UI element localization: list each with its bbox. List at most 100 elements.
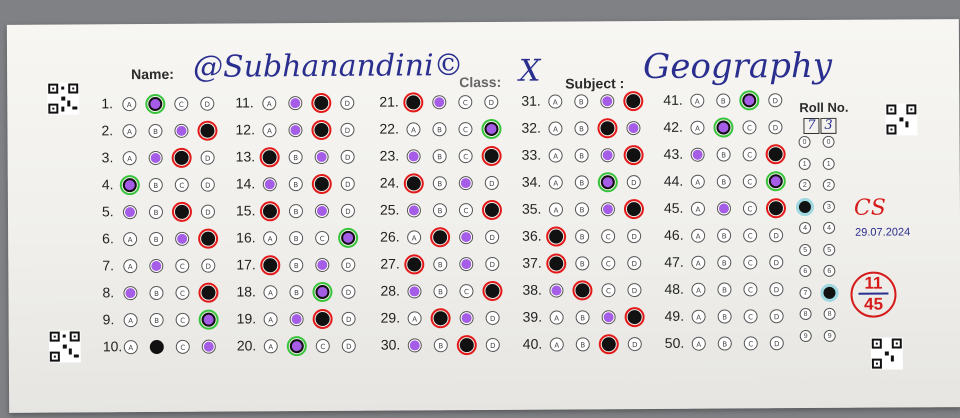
answer-bubble-a[interactable]: A [691,282,706,297]
answer-bubble-b[interactable]: B [288,150,303,165]
answer-bubble-c[interactable]: C [742,174,757,189]
answer-bubble-a[interactable]: A [691,255,706,270]
roll-bubble-9[interactable]: 9 [823,329,836,342]
roll-bubble-0[interactable]: 0 [822,135,835,148]
answer-bubble-c[interactable]: C [601,256,616,271]
answer-bubble-a[interactable]: A [263,285,278,300]
answer-bubble-a[interactable]: A [123,313,138,328]
answer-bubble-c[interactable]: C [175,339,190,354]
answer-bubble-b[interactable]: B [575,310,590,325]
roll-bubble-9[interactable]: 9 [799,329,812,342]
answer-bubble-b[interactable]: B [148,123,163,139]
answer-bubble-a[interactable]: A [122,97,137,112]
answer-bubble-b[interactable]: B [716,93,731,108]
answer-bubble-b[interactable]: B [575,256,590,271]
answer-bubble-a[interactable]: A [263,312,278,327]
answer-bubble-b[interactable]: B [574,202,590,217]
roll-bubble-3[interactable]: 3 [822,200,835,213]
answer-bubble-b[interactable]: B [717,255,732,270]
answer-bubble-d[interactable]: D [484,94,499,109]
answer-bubble-a[interactable]: A [407,230,422,245]
answer-bubble-b[interactable]: B [288,204,304,219]
roll-bubble-7[interactable]: 7 [799,286,812,299]
answer-bubble-a[interactable]: A [548,202,564,217]
answer-bubble-d[interactable]: D [340,203,356,218]
answer-bubble-b[interactable]: B [717,336,732,351]
answer-bubble-b[interactable]: B [574,175,589,190]
answer-bubble-b[interactable]: B [149,312,164,328]
answer-bubble-b[interactable]: B [574,94,589,109]
answer-bubble-b[interactable]: B [433,257,448,272]
answer-bubble-d[interactable]: D [200,204,216,219]
answer-bubble-c[interactable]: C [458,95,473,110]
answer-bubble-b[interactable]: B [148,177,163,193]
answer-bubble-c[interactable]: C [743,309,758,324]
answer-bubble-d[interactable]: D [627,256,642,271]
answer-bubble-b[interactable]: B [574,121,589,136]
roll-bubble-2[interactable]: 2 [822,178,835,191]
answer-bubble-d[interactable]: D [626,175,641,190]
answer-bubble-b[interactable]: B [433,338,448,353]
answer-bubble-d[interactable]: D [341,284,356,299]
answer-bubble-c[interactable]: C [742,147,757,162]
answer-bubble-d[interactable]: D [200,150,215,165]
answer-bubble-d[interactable]: D [627,337,642,352]
answer-bubble-d[interactable]: D [485,256,500,271]
answer-bubble-a[interactable]: A [262,96,277,111]
roll-bubble-6[interactable]: 6 [799,265,812,278]
answer-bubble-b[interactable]: B [149,285,164,301]
answer-bubble-c[interactable]: C [459,284,474,299]
answer-bubble-d[interactable]: D [769,282,784,297]
answer-bubble-d[interactable]: D [340,122,355,137]
answer-bubble-b[interactable]: B [433,284,448,299]
answer-bubble-a[interactable]: A [690,120,705,135]
answer-bubble-a[interactable]: A [691,228,706,243]
answer-bubble-d[interactable]: D [340,149,355,164]
answer-bubble-d[interactable]: D [201,258,216,273]
answer-bubble-a[interactable]: A [263,231,278,246]
roll-bubble-5[interactable]: 5 [823,243,836,256]
roll-digit-box-1[interactable]: 7 [803,117,820,135]
answer-bubble-d[interactable]: D [200,96,215,111]
answer-bubble-b[interactable]: B [717,282,732,297]
roll-bubble-4[interactable]: 4 [823,221,836,234]
answer-bubble-b[interactable]: B [289,258,304,273]
answer-bubble-a[interactable]: A [263,339,278,354]
answer-bubble-d[interactable]: D [769,255,784,270]
answer-bubble-d[interactable]: D [200,177,215,192]
answer-bubble-a[interactable]: A [122,124,137,139]
answer-bubble-b[interactable]: B [574,148,589,163]
answer-bubble-a[interactable]: A [122,151,137,166]
answer-bubble-b[interactable]: B [717,228,732,243]
answer-bubble-a[interactable]: A [549,337,564,352]
answer-bubble-c[interactable]: C [175,258,190,273]
answer-bubble-c[interactable]: C [743,336,758,351]
answer-bubble-b[interactable]: B [149,231,164,247]
answer-bubble-a[interactable]: A [548,175,563,190]
roll-bubble-3[interactable] [795,197,815,216]
answer-bubble-a[interactable]: A [690,93,705,108]
answer-bubble-c[interactable]: C [743,282,758,297]
answer-bubble-a[interactable]: A [690,174,705,189]
answer-bubble-b[interactable]: B [575,229,590,244]
answer-bubble-d[interactable]: D [340,95,355,110]
answer-bubble-d[interactable]: D [484,175,499,190]
answer-bubble-d[interactable]: D [768,93,783,108]
answer-bubble-a[interactable]: A [690,201,706,216]
answer-bubble-a[interactable]: A [123,259,138,274]
answer-bubble-b[interactable]: B [716,174,731,189]
answer-bubble-c[interactable]: C [742,120,757,135]
answer-bubble-d[interactable]: D [769,309,784,324]
answer-bubble-c[interactable]: C [458,149,473,164]
answer-bubble-d[interactable]: D [485,229,500,244]
roll-bubble-5[interactable]: 5 [799,243,812,256]
answer-bubble-c[interactable]: C [174,177,189,192]
answer-bubble-a[interactable]: A [406,122,421,137]
answer-bubble-c[interactable]: C [458,203,474,218]
answer-bubble-d[interactable]: D [485,337,500,352]
answer-bubble-a[interactable]: A [548,148,563,163]
answer-bubble-c[interactable]: C [458,122,473,137]
answer-bubble-c[interactable]: C [175,285,190,300]
answer-bubble-b[interactable]: B [149,339,164,355]
answer-bubble-d[interactable]: D [341,257,356,272]
